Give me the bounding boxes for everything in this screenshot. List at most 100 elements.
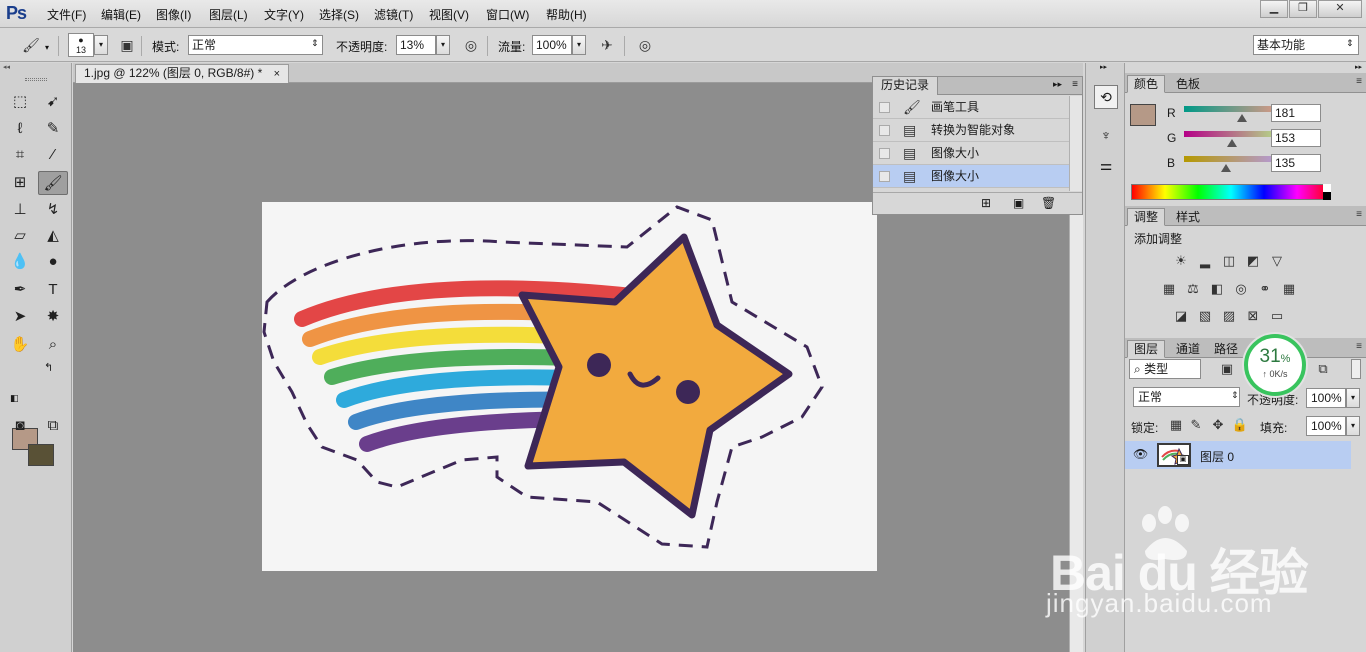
clone-stamp-icon[interactable]: ⊥ [5, 198, 35, 222]
mode-select[interactable]: 正常 [188, 35, 323, 55]
network-speed-meter[interactable]: 31% ↑ 0K/s [1244, 334, 1306, 396]
photo-filter-icon[interactable]: ◎ [1232, 281, 1250, 297]
hue-saturation-icon[interactable]: ▦ [1160, 281, 1178, 297]
dodge-tool-icon[interactable]: ● [38, 250, 68, 274]
snapshot-checkbox[interactable] [879, 125, 890, 136]
pressure-size-icon[interactable]: ◎ [634, 34, 656, 56]
filter-pixel-icon[interactable]: ▣ [1218, 361, 1236, 377]
blend-mode-select[interactable]: 正常 [1133, 387, 1240, 407]
path-selection-icon[interactable]: ➤ [5, 305, 35, 329]
panel-menu-icon[interactable]: ≡ [1356, 209, 1362, 220]
red-slider-thumb[interactable] [1237, 114, 1247, 122]
gradient-map-icon[interactable]: ▭ [1268, 308, 1286, 324]
pressure-opacity-icon[interactable]: ◎ [460, 34, 482, 56]
brush-tool-icon[interactable]: 🖌 [38, 171, 68, 195]
background-color-swatch[interactable] [28, 444, 54, 466]
vibrance-icon[interactable]: ▽ [1268, 253, 1286, 269]
posterize-icon[interactable]: ▧ [1196, 308, 1214, 324]
camera-icon[interactable]: ▣ [1013, 196, 1024, 210]
lasso-tool-icon[interactable]: ℓ [5, 117, 35, 141]
default-colors-icon[interactable]: ◧ [10, 393, 19, 404]
history-scrollbar[interactable] [1069, 96, 1082, 191]
brush-picker-dropdown[interactable]: ▾ [94, 35, 108, 55]
layer-opacity-dropdown[interactable]: ▾ [1346, 388, 1360, 408]
exposure-icon[interactable]: ◩ [1244, 253, 1262, 269]
menu-edit[interactable]: 编辑(E) [101, 6, 141, 23]
history-item-selected[interactable]: ▤ 图像大小 [873, 165, 1069, 188]
brush-presets-icon[interactable]: ♆ [1094, 127, 1118, 149]
menu-image[interactable]: 图像(I) [156, 6, 191, 23]
green-slider-thumb[interactable] [1227, 139, 1237, 147]
expand-icon[interactable]: ▸▸ [1053, 79, 1062, 90]
minimize-icon[interactable]: ▁ [1260, 0, 1288, 18]
snapshot-checkbox[interactable] [879, 102, 890, 113]
green-value[interactable]: 153 [1271, 129, 1321, 147]
healing-brush-icon[interactable]: ⊞ [5, 171, 35, 195]
fill-dropdown[interactable]: ▾ [1346, 416, 1360, 436]
snapshot-checkbox[interactable] [879, 148, 890, 159]
brush-panel-toggle-icon[interactable]: ▣ [116, 34, 138, 56]
color-balance-icon[interactable]: ⚖ [1184, 281, 1202, 297]
collapse-icon[interactable]: ◂◂ [0, 63, 72, 71]
levels-icon[interactable]: ▂ [1196, 253, 1214, 269]
zoom-tool-icon[interactable]: ⌕ [38, 333, 68, 357]
menu-help[interactable]: 帮助(H) [546, 6, 587, 23]
invert-icon[interactable]: ◪ [1172, 308, 1190, 324]
selective-color-icon[interactable]: ⊠ [1244, 308, 1262, 324]
eraser-icon[interactable]: ▱ [5, 224, 35, 248]
history-item[interactable]: 🖌 画笔工具 [873, 96, 1069, 119]
opacity-input[interactable]: 13% [396, 35, 436, 55]
snapshot-checkbox[interactable] [879, 171, 890, 182]
history-brush-icon[interactable]: ↯ [38, 198, 68, 222]
close-icon[interactable]: × [274, 68, 280, 80]
hand-tool-icon[interactable]: ✋ [5, 333, 35, 357]
history-item[interactable]: ▤ 转换为智能对象 [873, 119, 1069, 142]
color-panel-foreground[interactable] [1130, 104, 1156, 126]
red-value[interactable]: 181 [1271, 104, 1321, 122]
eye-icon[interactable]: 👁 [1133, 447, 1148, 461]
panel-menu-icon[interactable]: ≡ [1356, 76, 1362, 87]
paint-bucket-icon[interactable]: ◭ [38, 224, 68, 248]
tab-channels[interactable]: 通道 [1169, 340, 1207, 358]
flow-dropdown[interactable]: ▾ [572, 35, 586, 55]
threshold-icon[interactable]: ▨ [1220, 308, 1238, 324]
curves-icon[interactable]: ◫ [1220, 253, 1238, 269]
tab-adjustments[interactable]: 调整 [1127, 208, 1166, 226]
tab-paths[interactable]: 路径 [1207, 340, 1245, 358]
brush-tool-preset-icon[interactable]: 🖌 [20, 34, 42, 56]
history-panel-icon[interactable]: ⟲ [1094, 85, 1118, 109]
document-image[interactable] [262, 202, 877, 571]
close-icon[interactable]: ✕ [1318, 0, 1362, 18]
chevron-down-icon[interactable]: ▾ [45, 43, 49, 52]
airbrush-icon[interactable]: ✈ [596, 34, 618, 56]
channel-mixer-icon[interactable]: ⚭ [1256, 281, 1274, 297]
lock-pixels-icon[interactable]: ✎ [1187, 417, 1205, 433]
lock-transparency-icon[interactable]: ▦ [1167, 417, 1185, 433]
layer-row[interactable]: 👁 ▣ 图层 0 [1125, 441, 1351, 469]
panel-menu-icon[interactable]: ≡ [1072, 79, 1078, 90]
crop-tool-icon[interactable]: ⌗ [5, 143, 35, 167]
menu-select[interactable]: 选择(S) [319, 6, 359, 23]
opacity-dropdown[interactable]: ▾ [436, 35, 450, 55]
expand-icon[interactable]: ▸▸ [1086, 63, 1124, 71]
black-white-icon[interactable]: ◧ [1208, 281, 1226, 297]
menu-view[interactable]: 视图(V) [429, 6, 469, 23]
quick-selection-icon[interactable]: ✎ [38, 117, 68, 141]
color-spectrum[interactable] [1131, 184, 1331, 200]
lock-all-icon[interactable]: 🔒 [1231, 417, 1249, 433]
black-swatch[interactable] [1323, 192, 1331, 200]
history-item[interactable]: ▤ 图像大小 [873, 142, 1069, 165]
move-tool-icon[interactable]: ➹ [38, 90, 68, 114]
swap-colors-icon[interactable]: ↰ [44, 361, 53, 374]
eyedropper-icon[interactable]: ⁄ [38, 143, 68, 167]
history-tab[interactable]: 历史记录 [873, 77, 939, 95]
white-swatch[interactable] [1323, 184, 1331, 192]
layer-filter-select[interactable]: ⌕ 类型 [1129, 359, 1201, 379]
screen-mode-icon[interactable]: ⧉ [38, 414, 68, 438]
restore-icon[interactable]: ❐ [1289, 0, 1317, 18]
workspace-select[interactable]: 基本功能 [1253, 35, 1359, 55]
custom-shape-icon[interactable]: ✸ [38, 305, 68, 329]
menu-window[interactable]: 窗口(W) [486, 6, 529, 23]
properties-icon[interactable]: ⚌ [1094, 157, 1118, 179]
blue-value[interactable]: 135 [1271, 154, 1321, 172]
